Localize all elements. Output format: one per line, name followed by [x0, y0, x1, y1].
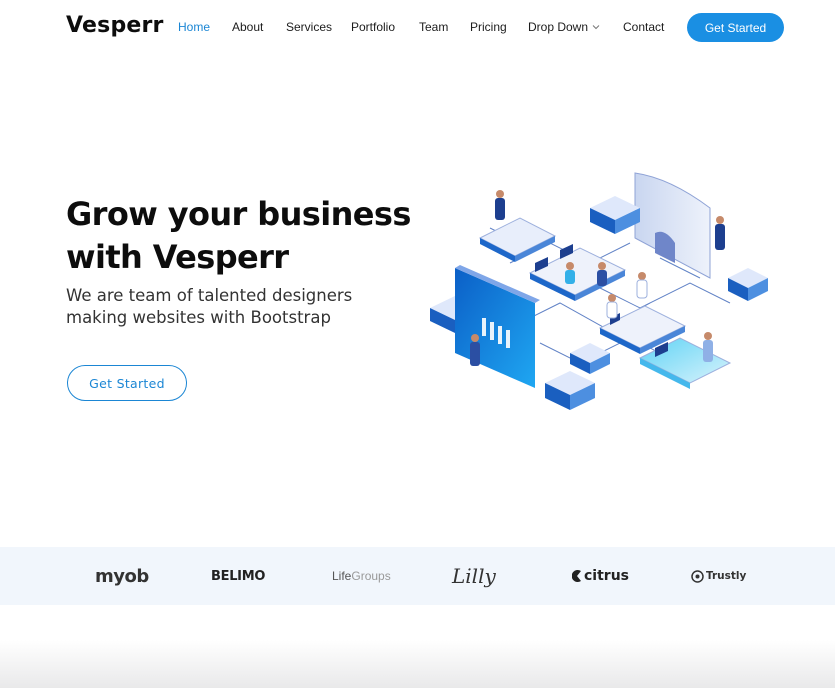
- hero-illustration: [430, 168, 770, 418]
- hero-subtitle-line-1: We are team of talented designers: [66, 286, 353, 305]
- client-logo-myob: myob: [95, 565, 149, 587]
- next-section-edge: [0, 640, 835, 688]
- client-logo-lifegroups-part2: Groups: [351, 569, 391, 583]
- nav-home[interactable]: Home: [178, 20, 210, 34]
- client-logo-myob-text: myob: [95, 565, 149, 587]
- client-logo-belimo-text: BELIMO: [211, 568, 266, 584]
- clients-band: myob BELIMO Life Groups Lilly citrus Trus…: [0, 547, 835, 605]
- nav-services[interactable]: Services: [286, 20, 332, 34]
- hero-title-line-2: with Vesperr: [66, 238, 289, 276]
- hero-title: Grow your business with Vesperr: [66, 193, 426, 279]
- nav-contact[interactable]: Contact: [623, 20, 664, 34]
- nav-dropdown[interactable]: Drop Down: [528, 20, 600, 34]
- client-logo-belimo: BELIMO: [211, 565, 265, 587]
- client-logo-lilly: Lilly: [452, 564, 496, 588]
- nav-about[interactable]: About: [232, 20, 263, 34]
- isometric-tech-team-illustration: [430, 172, 768, 410]
- hero-subtitle-line-2: making websites with Bootstrap: [66, 308, 331, 327]
- client-logo-lifegroups: Life Groups: [332, 565, 391, 587]
- site-logo[interactable]: Vesperr: [66, 13, 164, 38]
- chevron-down-icon: [592, 19, 600, 33]
- hero-get-started-button[interactable]: Get Started: [67, 365, 187, 401]
- citrus-mark-icon: [571, 569, 582, 583]
- nav-portfolio[interactable]: Portfolio: [351, 20, 395, 34]
- nav-pricing[interactable]: Pricing: [470, 20, 507, 34]
- hero-subtitle: We are team of talented designers making…: [66, 285, 396, 329]
- site-header: Vesperr Home About Services Portfolio Te…: [0, 0, 835, 56]
- client-logo-citrus-text: citrus: [584, 568, 629, 584]
- nav-team[interactable]: Team: [419, 20, 448, 34]
- hero-title-line-1: Grow your business: [66, 195, 411, 233]
- client-logo-citrus: citrus: [571, 565, 629, 587]
- nav-dropdown-label: Drop Down: [528, 20, 589, 34]
- client-logo-lilly-text: Lilly: [452, 564, 496, 588]
- header-get-started-button[interactable]: Get Started: [687, 13, 784, 42]
- trustly-mark-icon: [691, 569, 704, 583]
- client-logo-trustly-text: Trustly: [706, 570, 747, 582]
- client-logo-trustly: Trustly: [691, 565, 746, 587]
- client-logo-lifegroups-part1: Life: [332, 569, 352, 583]
